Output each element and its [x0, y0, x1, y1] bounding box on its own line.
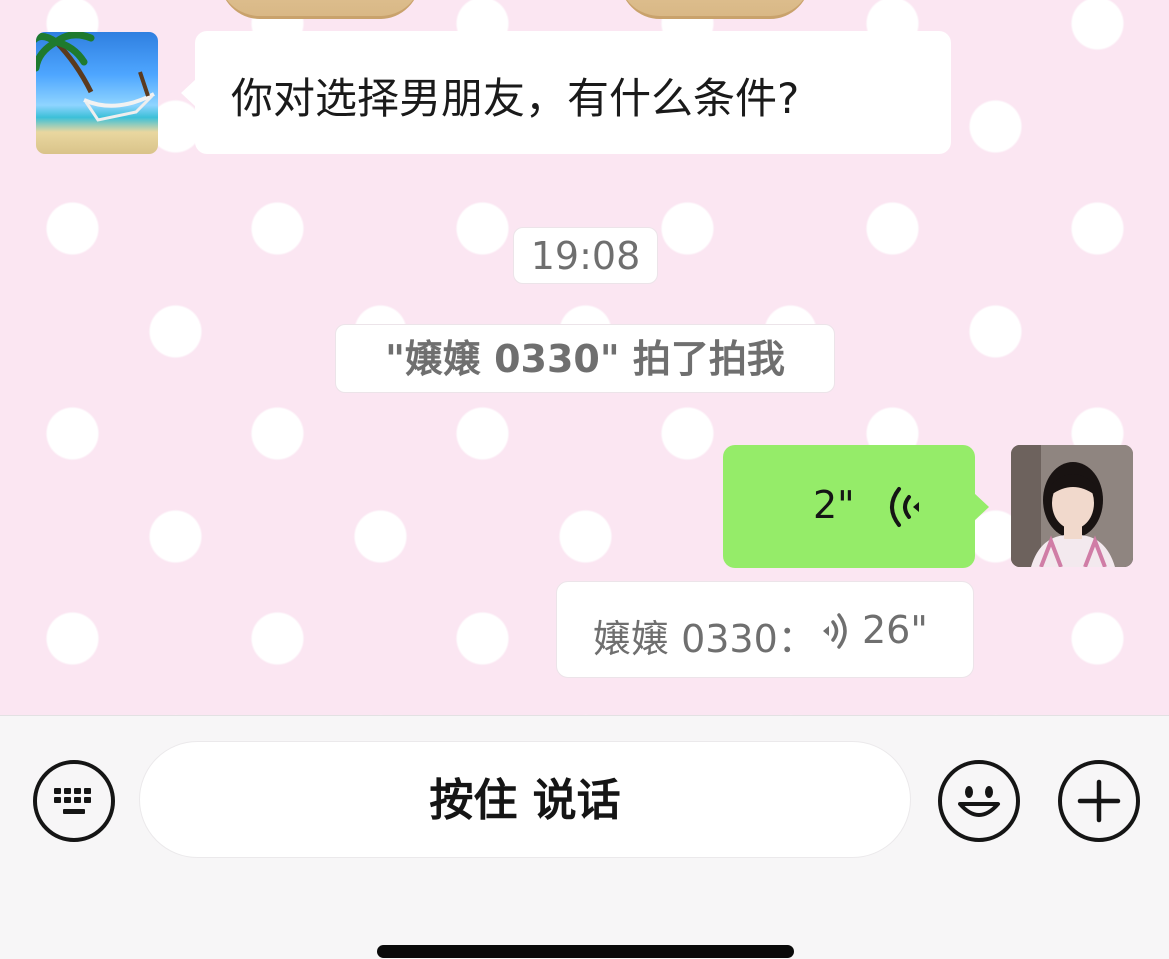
- voice-wave-icon: [890, 487, 919, 527]
- keyboard-icon: [54, 788, 91, 814]
- hold-to-talk-button[interactable]: 按住 说话: [139, 741, 911, 858]
- transcript-sender: 嬢嬢 0330：: [593, 617, 816, 661]
- plus-icon: [1077, 779, 1121, 823]
- incoming-message-bubble[interactable]: 你对选择男朋友，有什么条件?: [181, 31, 951, 154]
- keyboard-toggle-button[interactable]: [33, 760, 115, 842]
- my-avatar[interactable]: [1011, 445, 1133, 567]
- voice-duration: 2": [813, 483, 855, 527]
- transcript-duration: 26": [862, 608, 928, 652]
- timestamp: 19:08: [513, 227, 658, 284]
- contact-avatar[interactable]: [36, 32, 158, 154]
- pat-notice: "嬢嬢 0330" 拍了拍我: [335, 324, 835, 393]
- chat-area: 你对选择男朋友，有什么条件? 19:08 "嬢嬢 0330" 拍了拍我 2" 嬢…: [0, 0, 1169, 715]
- smiley-icon: [958, 786, 1000, 817]
- voice-transcript-card[interactable]: 嬢嬢 0330： 26": [556, 581, 974, 678]
- emoji-button[interactable]: [938, 760, 1020, 842]
- home-indicator[interactable]: [377, 945, 794, 958]
- outgoing-voice-message[interactable]: 2": [723, 445, 989, 568]
- message-text: 你对选择男朋友，有什么条件?: [231, 74, 800, 123]
- more-options-button[interactable]: [1058, 760, 1140, 842]
- voice-wave-icon: [823, 613, 847, 649]
- input-bar: 按住 说话: [0, 715, 1169, 959]
